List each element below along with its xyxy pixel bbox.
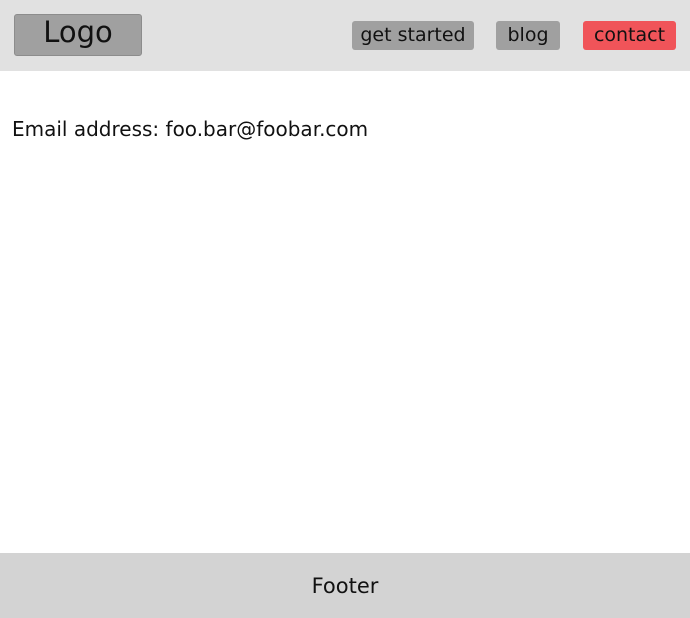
email-label: Email address:	[12, 117, 160, 141]
email-address-line: Email address: foo.bar@foobar.com	[12, 116, 368, 142]
footer: Footer	[0, 553, 690, 618]
get-started-button[interactable]: get started	[352, 21, 474, 50]
logo[interactable]: Logo	[14, 14, 142, 56]
page: Logo get started blog contact Email addr…	[0, 0, 690, 618]
email-value[interactable]: foo.bar@foobar.com	[166, 117, 369, 141]
footer-text: Footer	[311, 573, 379, 598]
contact-button[interactable]: contact	[583, 21, 676, 50]
blog-button[interactable]: blog	[496, 21, 560, 50]
header-bar: Logo get started blog contact	[0, 0, 690, 71]
